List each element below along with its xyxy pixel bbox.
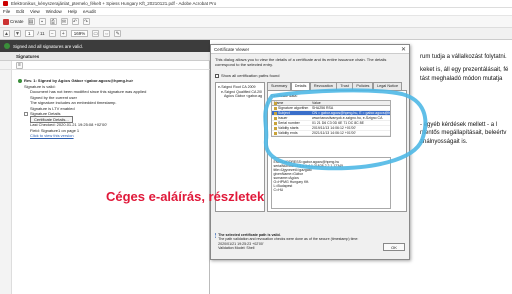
fit-page-icon[interactable]: ▭ xyxy=(92,30,100,37)
acrobat-logo-icon xyxy=(3,1,8,6)
redo-icon[interactable]: ↷ xyxy=(82,18,90,25)
tree-label: The signature includes an embedded times… xyxy=(30,100,117,106)
zoom-input[interactable]: 169% xyxy=(70,30,89,37)
tree-label: Signature is valid: xyxy=(24,83,56,89)
valid-check-icon xyxy=(18,78,22,83)
doc-text-line: rum tudja a vállalkozást folytatni. xyxy=(420,54,507,60)
tree-label: Signature is LTV enabled xyxy=(30,105,75,111)
main-toolbar: Create ▤ ▪ ⎙ ✉ ↶ ↷ xyxy=(0,16,512,28)
validation-status: i The selected certificate path is valid… xyxy=(215,233,359,250)
page-toolbar: ▲ ▼ 1 / 11 − + 169% ▭ ⇔ ✎ xyxy=(0,28,512,40)
signatures-header: Signatures xyxy=(0,52,210,61)
doc-text-line: ntentős megállapításait, beleértv xyxy=(420,130,507,136)
signatures-tools: ≡ xyxy=(0,61,210,70)
info-icon: i xyxy=(215,233,217,238)
create-icon xyxy=(3,18,9,25)
dialog-title: Certificate Viewer xyxy=(214,46,250,52)
save-icon[interactable]: ▪ xyxy=(38,18,46,25)
print-icon[interactable]: ⎙ xyxy=(49,18,57,25)
menu-file[interactable]: File xyxy=(3,9,10,14)
menu-eaudit[interactable]: eAudit xyxy=(83,9,96,14)
ok-button[interactable]: OK xyxy=(383,243,405,251)
page-total: / 11 xyxy=(37,31,45,36)
comment-icon[interactable]: ✎ xyxy=(114,30,122,37)
zoom-out-icon[interactable]: − xyxy=(48,30,56,37)
show-all-paths-checkbox[interactable]: Show all certification paths found xyxy=(215,73,279,78)
email-icon[interactable]: ✉ xyxy=(60,18,68,25)
title-bar: Elektronikus_kényszerajánlat_ptemelo_fék… xyxy=(0,0,512,8)
doc-text-line: keket is, áll egy prezentálásait, fé xyxy=(420,67,509,73)
dialog-title-bar: Certificate Viewer ✕ xyxy=(211,45,409,54)
zoom-in-icon[interactable]: + xyxy=(59,30,67,37)
open-folder-icon[interactable]: ▤ xyxy=(27,18,35,25)
menu-view[interactable]: View xyxy=(30,9,40,14)
status-line: Validation Model: Shell xyxy=(218,245,255,250)
doc-text-line: tást meghaladó módon mutatja xyxy=(420,76,503,82)
signature-info-bar: Signed and all signatures are valid. xyxy=(0,40,210,52)
dialog-description: This dialog allows you to view the detai… xyxy=(215,57,387,67)
detail-line: C=HU xyxy=(273,187,284,192)
tree-label: Signed by the current user xyxy=(30,94,77,100)
close-icon[interactable]: ✕ xyxy=(401,46,406,53)
window-title: Elektronikus_kényszerajánlat_ptemelo_fék… xyxy=(11,1,217,6)
highlight-stroke xyxy=(263,88,428,171)
expand-icon xyxy=(24,111,28,116)
signature-tree: Rev. 1: Signed by Agócs Gábor <gabor.ago… xyxy=(18,78,208,139)
valid-check-icon xyxy=(4,43,10,49)
overlay-caption: Céges e-aláírás, részletek xyxy=(106,189,265,204)
menu-bar: File Edit View Window Help eAudit xyxy=(0,8,512,16)
page-number-input[interactable]: 1 xyxy=(25,30,34,37)
tree-label: Field: Signature1 on page 1 xyxy=(30,127,80,133)
undo-icon[interactable]: ↶ xyxy=(71,18,79,25)
checkbox-icon xyxy=(215,73,219,78)
navigation-sidebar xyxy=(0,52,12,294)
tree-label: Document has not been modified since thi… xyxy=(30,89,147,95)
signature-info-text: Signed and all signatures are valid. xyxy=(13,43,84,49)
tree-label: Rev. 1: Signed by Agócs Gábor <gabor.ago… xyxy=(24,78,134,84)
menu-window[interactable]: Window xyxy=(46,9,62,14)
highlight-annotation xyxy=(263,88,428,171)
show-all-paths-label: Show all certification paths found xyxy=(221,73,280,78)
create-label: Create xyxy=(10,19,24,24)
prev-page-icon[interactable]: ▲ xyxy=(3,30,10,37)
options-icon[interactable]: ≡ xyxy=(16,61,23,69)
status-line: The path validation and revocation check… xyxy=(218,237,359,242)
menu-edit[interactable]: Edit xyxy=(16,9,24,14)
menu-help[interactable]: Help xyxy=(68,9,77,14)
next-page-icon[interactable]: ▼ xyxy=(14,30,21,37)
fit-width-icon[interactable]: ⇔ xyxy=(103,30,111,37)
view-version-link[interactable]: Click to view this version xyxy=(18,133,208,139)
signatures-title: Signatures xyxy=(16,53,40,59)
create-button[interactable]: Create xyxy=(3,18,24,25)
tree-label: Click to view this version xyxy=(30,133,74,139)
tree-label: Last Checked: 2020.01.21 19:25:08 +02'00… xyxy=(30,122,108,128)
